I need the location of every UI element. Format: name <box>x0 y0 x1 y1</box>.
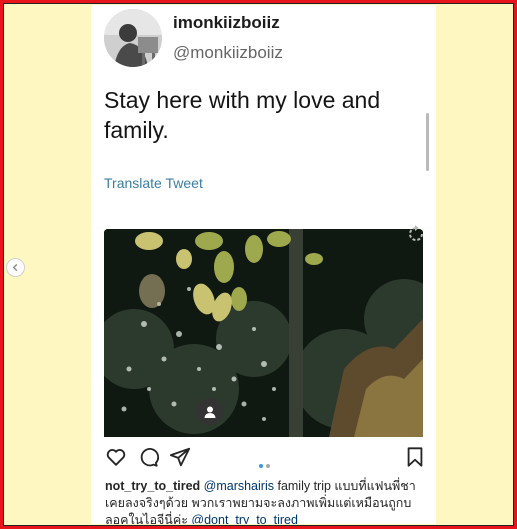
carousel-indicator <box>257 455 271 473</box>
user-tag-icon <box>204 406 215 418</box>
refresh-icon[interactable] <box>405 223 427 245</box>
heart-icon[interactable] <box>105 446 127 468</box>
comment-icon[interactable] <box>137 446 159 468</box>
carousel-dot <box>265 464 270 468</box>
caption-username[interactable]: not_try_to_tired <box>105 479 200 493</box>
carousel-dot <box>258 464 263 468</box>
scrollbar[interactable] <box>426 113 429 171</box>
share-icon[interactable] <box>169 446 191 468</box>
post-caption: not_try_to_tired @marshairis family trip… <box>105 478 427 524</box>
post-action-bar <box>91 442 436 472</box>
tweet-handle[interactable]: @monkiizboiiz <box>173 43 283 63</box>
chevron-left-icon <box>12 263 18 272</box>
tweet-photo[interactable] <box>104 229 423 437</box>
tweet-display-name[interactable]: imonkiizboiiz <box>173 13 280 33</box>
bookmark-icon[interactable] <box>404 446 426 468</box>
tweet-avatar <box>104 9 162 67</box>
caption-mention[interactable]: @marshairis <box>204 479 274 493</box>
user-tag-button[interactable] <box>196 398 223 425</box>
instagram-post: imonkiizboiiz @monkiizboiiz Stay here wi… <box>91 5 436 524</box>
translate-tweet-link[interactable]: Translate Tweet <box>104 175 203 191</box>
caption-mention[interactable]: @dont_try_to_tired <box>191 513 298 524</box>
tweet-text: Stay here with my love and family. <box>104 87 381 143</box>
previous-slide-button[interactable] <box>6 258 25 277</box>
